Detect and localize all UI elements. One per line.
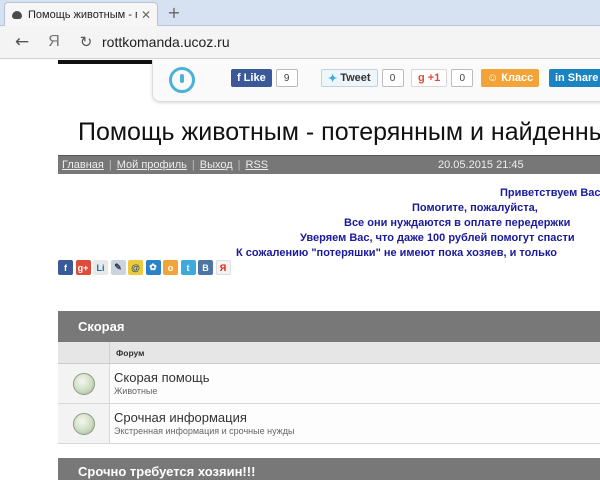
- google-plus-button[interactable]: g +1: [411, 69, 448, 87]
- facebook-like: f Like 9: [231, 69, 298, 87]
- site-nav-bar: Главная | Мой профиль | Выход | RSS 20.0…: [58, 155, 600, 174]
- nav-separator: |: [191, 159, 195, 171]
- odnoklassniki-share-icon[interactable]: о: [163, 260, 178, 275]
- nav-profile-link[interactable]: Мой профиль: [117, 159, 187, 171]
- browser-tab[interactable]: Помощь животным - по ✕: [4, 2, 158, 26]
- twitter-bird-icon: ✦: [328, 72, 338, 85]
- bookmark-share-icon[interactable]: ✎: [110, 260, 126, 275]
- dog-favicon-icon: [11, 9, 23, 21]
- forum-info-cell: Срочная информация Экстренная информация…: [110, 404, 294, 443]
- column-forum: Форум: [116, 347, 145, 358]
- close-icon[interactable]: ✕: [141, 8, 151, 22]
- welcome-line-4: Уверяем Вас, что даже 100 рублей помогут…: [300, 232, 575, 244]
- back-arrow-icon[interactable]: ←: [10, 32, 34, 52]
- nav-home-link[interactable]: Главная: [62, 159, 104, 171]
- mailru-share-icon[interactable]: ✿: [145, 260, 161, 275]
- forum-description: Экстренная информация и срочные нужды: [114, 426, 295, 436]
- tweet-count: 0: [381, 69, 404, 87]
- web-page: f Like 9 ✦ Tweet 0 g +1 0 ☺ Класс in Share По…: [0, 60, 600, 480]
- welcome-line-5: К сожалению "потеряшки" не имеют пока хо…: [236, 247, 557, 259]
- tweet-label: Tweet: [340, 72, 371, 84]
- nav-datetime: 20.05.2015 21:45: [438, 159, 524, 171]
- tab-title: Помощь животным - по: [28, 8, 137, 21]
- liveinternet-share-icon[interactable]: Li: [93, 260, 108, 275]
- new-tab-button[interactable]: +: [163, 3, 185, 23]
- google-plus-icon: g: [418, 72, 425, 84]
- nav-separator: |: [237, 159, 241, 171]
- facebook-like-count: 9: [275, 69, 298, 87]
- tweet-button[interactable]: ✦ Tweet: [321, 69, 378, 87]
- column-status: [58, 342, 110, 363]
- forum-status-cell: [58, 404, 110, 443]
- top-black-bar: [58, 60, 153, 64]
- welcome-line-1: Приветствуем Вас: [500, 187, 600, 199]
- forum-info-cell: Скорая помощь Животные: [110, 364, 209, 403]
- odnoklassniki-class: ☺ Класс: [481, 69, 540, 87]
- facebook-icon: f: [237, 72, 241, 84]
- twitter-tweet: ✦ Tweet 0: [321, 69, 404, 87]
- browser-window: Помощь животным - по ✕ + ← Я ↻ rottkoman…: [0, 0, 600, 480]
- odnoklassniki-button[interactable]: ☺ Класс: [481, 69, 540, 87]
- forum-title-link[interactable]: Срочная информация: [114, 410, 294, 425]
- mail-share-icon[interactable]: @: [128, 260, 143, 275]
- linkedin-share: in Share: [549, 69, 600, 87]
- forum-column-header: Форум: [58, 342, 600, 364]
- forum-title-link[interactable]: Скорая помощь: [114, 370, 209, 385]
- site-title: Помощь животным - потерянным и найденным: [78, 118, 600, 146]
- forum-status-icon: [72, 372, 95, 395]
- twitter-share-icon[interactable]: t: [180, 260, 196, 275]
- share-icons-row: f g+ Li ✎ @ ✿ о t В Я: [58, 260, 233, 275]
- welcome-line-2: Помогите, пожалуйста,: [412, 202, 538, 214]
- nav-logout-link[interactable]: Выход: [200, 159, 233, 171]
- forum-status-icon: [72, 412, 95, 435]
- facebook-share-icon[interactable]: f: [58, 260, 73, 275]
- vkontakte-share-icon[interactable]: В: [198, 260, 213, 275]
- forum-row: Срочная информация Экстренная информация…: [58, 404, 600, 444]
- url-field[interactable]: rottkomanda.ucoz.ru: [102, 34, 230, 50]
- reload-icon[interactable]: ↻: [76, 33, 96, 51]
- tab-bar: Помощь животным - по ✕ +: [0, 0, 600, 26]
- google-plus-count: 0: [451, 69, 474, 87]
- linkedin-icon: in: [555, 72, 565, 84]
- facebook-like-label: Like: [243, 72, 266, 84]
- social-share-bar: f Like 9 ✦ Tweet 0 g +1 0 ☺ Класс in Share: [152, 60, 600, 102]
- google-plus-one: g +1 0: [411, 69, 474, 87]
- forum-row: Скорая помощь Животные: [58, 364, 600, 404]
- facebook-like-button[interactable]: f Like: [231, 69, 272, 87]
- odnoklassniki-icon: ☺: [487, 72, 499, 84]
- linkedin-share-label: Share: [567, 72, 599, 84]
- linkedin-share-button[interactable]: in Share: [549, 69, 600, 87]
- google-plus-label: +1: [427, 72, 441, 84]
- forum-status-cell: [58, 364, 110, 403]
- forum-table: Скорая Форум Скорая помощь Животные Сроч…: [58, 311, 600, 480]
- google-share-icon[interactable]: g+: [75, 260, 91, 275]
- forum-description: Животные: [114, 386, 158, 396]
- address-bar: ← Я ↻ rottkomanda.ucoz.ru: [0, 26, 600, 59]
- forum-category-header[interactable]: Срочно требуется хозяин!!!: [58, 458, 600, 480]
- welcome-message: Приветствуем Вас Помогите, пожалуйста, В…: [0, 186, 600, 259]
- yandex-share-icon[interactable]: Я: [215, 260, 231, 275]
- nav-separator: |: [108, 159, 112, 171]
- nav-rss-link[interactable]: RSS: [246, 159, 269, 171]
- yandex-logo-icon[interactable]: Я: [44, 33, 64, 51]
- power-icon[interactable]: [169, 67, 195, 93]
- welcome-line-3: Все они нуждаются в оплате передержки: [344, 217, 571, 229]
- forum-category-header[interactable]: Скорая: [58, 311, 600, 342]
- odnoklassniki-label: Класс: [501, 72, 534, 84]
